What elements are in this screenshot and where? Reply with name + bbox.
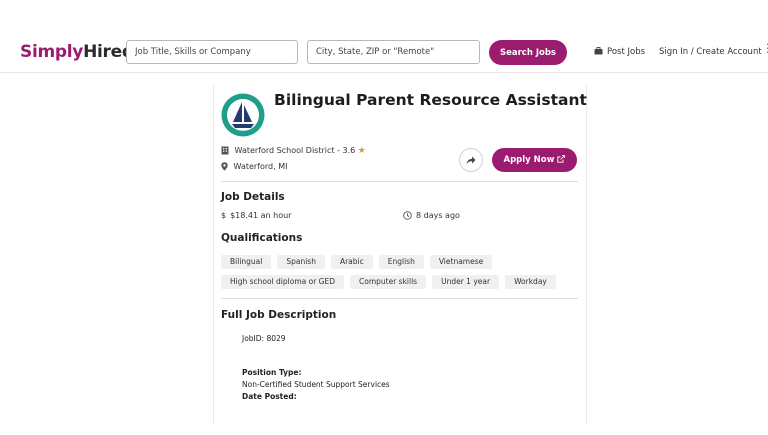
date-posted-label: Date Posted: <box>242 392 297 401</box>
pay-rate: $ $18.41 an hour <box>221 211 291 220</box>
sign-in-link[interactable]: Sign In / Create Account <box>659 47 762 57</box>
divider <box>221 298 578 299</box>
sailboat-logo <box>221 93 265 137</box>
divider <box>221 181 578 182</box>
qualifications-row: Bilingual Spanish Arabic English Vietnam… <box>221 255 581 269</box>
location-row: Waterford, MI <box>221 162 287 171</box>
rating-separator: - <box>334 146 343 155</box>
qualification-pill: Arabic <box>330 255 373 269</box>
posted-date: 8 days ago <box>403 211 460 220</box>
share-button[interactable] <box>459 148 483 172</box>
posted-date-value: 8 days ago <box>416 211 460 220</box>
company-row: Waterford School District - 3.6 ★ <box>221 146 366 156</box>
location-search-input[interactable] <box>307 40 480 64</box>
site-header: SimplyHired. Search Jobs Post Jobs Sign … <box>0 0 768 73</box>
qualifications-row: High school diploma or GED Computer skil… <box>221 275 581 289</box>
qualification-pill: Vietnamese <box>429 255 493 269</box>
qualification-pill: Computer skills <box>350 275 427 289</box>
qualification-pill: Under 1 year <box>432 275 500 289</box>
full-job-description-heading: Full Job Description <box>221 309 337 321</box>
qualification-pill: English <box>378 255 424 269</box>
content-fade <box>214 403 586 425</box>
map-pin-icon <box>221 162 234 171</box>
building-icon <box>221 146 235 155</box>
logo-text-simply: Simply <box>20 42 84 62</box>
briefcase-icon <box>594 47 603 58</box>
pay-rate-value: $18.41 an hour <box>230 211 292 220</box>
clock-icon <box>403 211 412 220</box>
apply-now-button[interactable]: Apply Now <box>492 148 577 172</box>
qualification-pill: High school diploma or GED <box>221 275 344 289</box>
search-jobs-button[interactable]: Search Jobs <box>489 40 567 65</box>
simplyhired-logo[interactable]: SimplyHired. <box>20 42 140 62</box>
job-details-heading: Job Details <box>221 191 285 203</box>
more-options-icon[interactable]: ⋮ <box>762 42 768 54</box>
post-jobs-label: Post Jobs <box>607 47 646 57</box>
company-name[interactable]: Waterford School District <box>235 146 335 155</box>
qualification-pill: Workday <box>505 275 556 289</box>
qualifications-list: Bilingual Spanish Arabic English Vietnam… <box>221 255 581 295</box>
position-type-label: Position Type: <box>242 368 302 377</box>
qualification-pill: Bilingual <box>221 255 272 269</box>
job-title-search-input[interactable] <box>126 40 298 64</box>
qualifications-heading: Qualifications <box>221 232 303 244</box>
job-id: JobID: 8029 <box>242 334 286 343</box>
job-location: Waterford, MI <box>233 162 288 171</box>
job-title: Bilingual Parent Resource Assistant <box>274 91 587 109</box>
share-arrow-icon <box>466 156 476 164</box>
star-icon: ★ <box>357 146 366 156</box>
external-link-icon <box>557 155 566 163</box>
qualification-pill: Spanish <box>277 255 325 269</box>
dollar-icon: $ <box>221 211 227 220</box>
company-rating: 3.6 <box>342 146 356 155</box>
apply-now-label: Apply Now <box>503 155 555 165</box>
post-jobs-link[interactable]: Post Jobs <box>594 47 645 58</box>
position-type-value: Non-Certified Student Support Services <box>242 380 390 389</box>
job-detail-card: Bilingual Parent Resource Assistant Wate… <box>213 85 587 425</box>
